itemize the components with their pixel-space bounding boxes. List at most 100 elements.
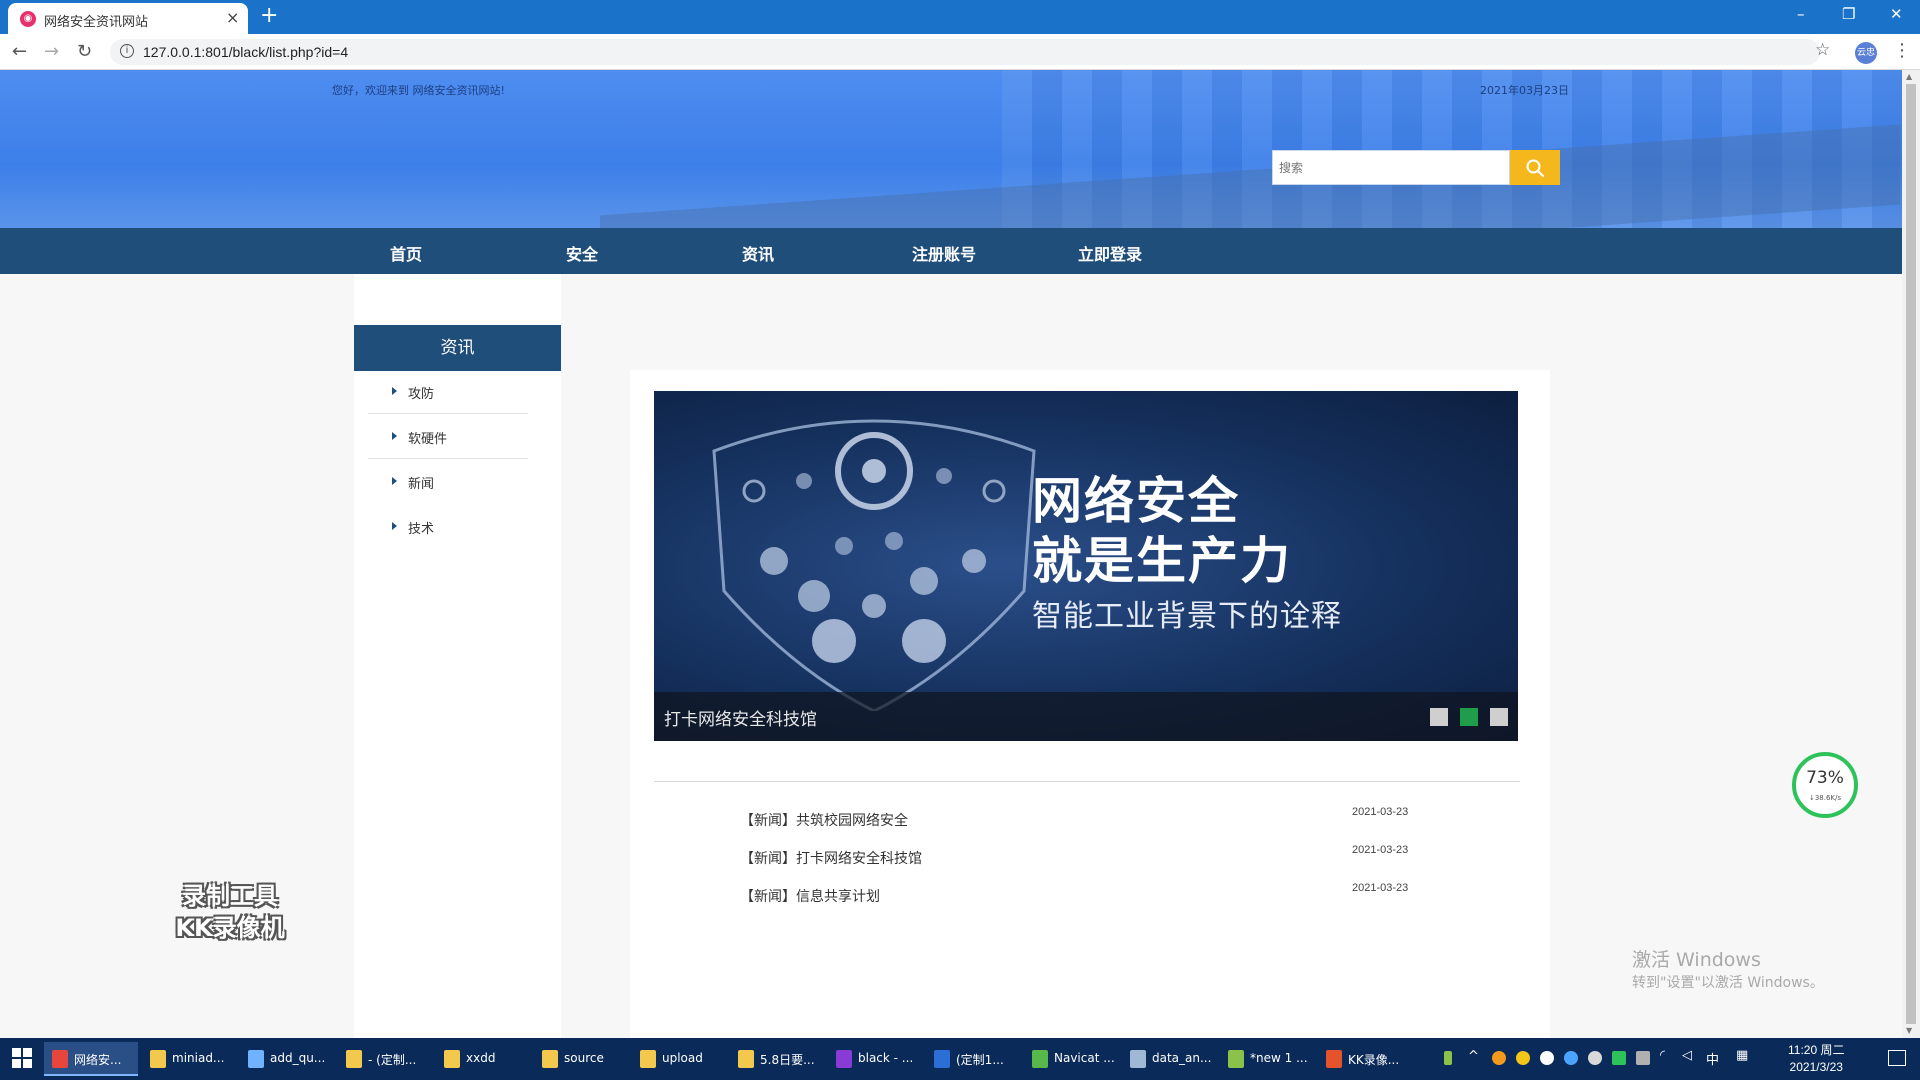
- divider: [368, 458, 528, 459]
- taskbar-app-item[interactable]: data_an...: [1122, 1042, 1216, 1076]
- sidebar-item-tech[interactable]: 技术: [368, 509, 528, 549]
- slider-dot-3[interactable]: [1490, 708, 1508, 726]
- taskbar-app-label: xxdd: [466, 1051, 496, 1065]
- banner-slider[interactable]: 网络安全 就是生产力 智能工业背景下的诠释 打卡网络安全科技馆: [654, 391, 1518, 741]
- tray-app-icon[interactable]: [1492, 1051, 1506, 1065]
- watermark-line1: 录制工具: [182, 882, 278, 910]
- action-center-icon[interactable]: [1888, 1050, 1906, 1066]
- nav-login[interactable]: 立即登录: [1078, 241, 1142, 265]
- search-icon: [1526, 159, 1545, 177]
- taskbar-app-item[interactable]: xxdd: [436, 1042, 530, 1076]
- taskbar-app-item[interactable]: 网络安...: [44, 1042, 138, 1076]
- taskbar-app-item[interactable]: upload: [632, 1042, 726, 1076]
- sidebar-item-hardware-software[interactable]: 软硬件: [368, 419, 528, 459]
- system-clock[interactable]: 11:20 周二 2021/3/23: [1788, 1042, 1844, 1076]
- browser-tab[interactable]: ◉ 网络安全资讯网站 ×: [8, 3, 248, 34]
- news-list-item-1[interactable]: 【新闻】共筑校园网络安全: [740, 810, 908, 830]
- speed-rate: ↓38.6K/s: [1808, 794, 1842, 802]
- tray-app-icon[interactable]: [1516, 1051, 1530, 1065]
- clock-date: 2021/3/23: [1789, 1060, 1843, 1074]
- close-window-button[interactable]: ✕: [1890, 5, 1903, 23]
- profile-avatar[interactable]: 云忠: [1855, 42, 1877, 64]
- taskbar-app-icon: [1326, 1050, 1342, 1068]
- network-speed-widget[interactable]: 73% ↓38.6K/s: [1792, 752, 1858, 818]
- nav-security[interactable]: 安全: [566, 241, 598, 265]
- taskbar-app-label: Navicat ...: [1054, 1051, 1115, 1065]
- reload-icon[interactable]: ↻: [77, 41, 92, 62]
- sidebar-item-label: 新闻: [408, 477, 435, 492]
- slider-dot-1[interactable]: [1430, 708, 1448, 726]
- list-divider: [654, 781, 1520, 782]
- page-scrollbar[interactable]: ▲ ▼: [1902, 70, 1920, 1038]
- taskbar-app-icon: [1228, 1050, 1244, 1068]
- scroll-down-icon[interactable]: ▼: [1906, 1026, 1912, 1035]
- address-toolbar: ← → ↻ i 127.0.0.1:801/black/list.php?id=…: [0, 34, 1920, 70]
- battery-tray-icon[interactable]: [1444, 1051, 1452, 1065]
- taskbar-app-item[interactable]: Navicat ...: [1024, 1042, 1118, 1076]
- taskbar-app-item[interactable]: black - ...: [828, 1042, 922, 1076]
- taskbar-app-item[interactable]: miniad...: [142, 1042, 236, 1076]
- url-bar[interactable]: i 127.0.0.1:801/black/list.php?id=4: [110, 39, 1820, 65]
- taskbar-app-icon: [150, 1050, 166, 1068]
- taskbar-app-icon: [640, 1050, 656, 1068]
- banner-caption-bar: 打卡网络安全科技馆: [654, 692, 1518, 741]
- news-list-item-2[interactable]: 【新闻】打卡网络安全科技馆: [740, 848, 922, 868]
- nav-home[interactable]: 首页: [390, 241, 422, 265]
- bookmark-star-icon[interactable]: ☆: [1815, 40, 1830, 60]
- welcome-text: 您好，欢迎来到 网络安全资讯网站!: [332, 84, 505, 97]
- shield-tray-icon[interactable]: [1564, 1051, 1578, 1065]
- taskbar-app-item[interactable]: (定制1...: [926, 1042, 1020, 1076]
- tray-expand-icon[interactable]: ^: [1468, 1049, 1479, 1064]
- sidebar-item-news[interactable]: 新闻: [368, 464, 528, 504]
- keyboard-icon[interactable]: ▦: [1736, 1048, 1748, 1063]
- taskbar-app-label: - (定制...: [368, 1053, 417, 1067]
- slider-dot-2[interactable]: [1460, 708, 1478, 726]
- new-tab-icon[interactable]: +: [260, 3, 278, 28]
- news-date-1: 2021-03-23: [1352, 806, 1409, 818]
- taskbar-app-item[interactable]: 5.8日要...: [730, 1042, 824, 1076]
- sidebar-item-label: 软硬件: [408, 432, 448, 447]
- taskbar-app-item[interactable]: - (定制...: [338, 1042, 432, 1076]
- taskbar-app-item[interactable]: add_qu...: [240, 1042, 334, 1076]
- restore-button[interactable]: ❐: [1842, 5, 1855, 23]
- minimize-button[interactable]: –: [1797, 5, 1805, 23]
- nav-register[interactable]: 注册账号: [912, 241, 976, 265]
- search-input[interactable]: [1273, 151, 1509, 184]
- url-text[interactable]: 127.0.0.1:801/black/list.php?id=4: [143, 44, 348, 60]
- windows-start-icon[interactable]: [12, 1048, 32, 1068]
- back-arrow-icon[interactable]: ←: [12, 41, 27, 62]
- taskbar-app-label: black - ...: [858, 1051, 914, 1065]
- banner-subtitle: 智能工业背景下的诠释: [1032, 599, 1342, 634]
- search-box: [1272, 150, 1510, 185]
- tray-app-icon[interactable]: [1588, 1051, 1602, 1065]
- header-date: 2021年03月23日: [1480, 84, 1569, 97]
- taskbar-app-icon: [1130, 1050, 1146, 1068]
- browser-tab-strip: ◉ 网络安全资讯网站 × + – ❐ ✕: [0, 0, 1920, 34]
- ime-indicator[interactable]: 中: [1706, 1049, 1719, 1068]
- browser-menu-icon[interactable]: ⋮: [1893, 40, 1911, 61]
- taskbar-app-label: (定制1...: [956, 1053, 1004, 1067]
- wifi-icon[interactable]: ◜: [1660, 1048, 1665, 1063]
- site-header: 您好，欢迎来到 网络安全资讯网站! 2021年03月23日: [0, 70, 1902, 228]
- tray-app-icon[interactable]: [1636, 1051, 1650, 1065]
- volume-icon[interactable]: ◁: [1682, 1048, 1692, 1063]
- search-button[interactable]: [1510, 150, 1560, 185]
- forward-arrow-icon[interactable]: →: [44, 41, 59, 62]
- sidebar-item-offense-defense[interactable]: 攻防: [368, 374, 528, 414]
- tab-close-icon[interactable]: ×: [226, 8, 239, 27]
- watermark-line2: KK录像机: [175, 914, 285, 942]
- main-nav: 首页 安全 资讯 注册账号 立即登录: [0, 228, 1902, 274]
- tray-app-icon[interactable]: [1612, 1051, 1626, 1065]
- scroll-up-icon[interactable]: ▲: [1906, 72, 1912, 81]
- news-list-item-3[interactable]: 【新闻】信息共享计划: [740, 886, 880, 906]
- taskbar-app-icon: [836, 1050, 852, 1068]
- taskbar-app-item[interactable]: KK录像...: [1318, 1042, 1412, 1076]
- site-info-icon[interactable]: i: [120, 44, 134, 58]
- scroll-thumb[interactable]: [1906, 84, 1916, 1024]
- taskbar-app-item[interactable]: source: [534, 1042, 628, 1076]
- taskbar-app-icon: [248, 1050, 264, 1068]
- taskbar-app-item[interactable]: *new 1 ...: [1220, 1042, 1314, 1076]
- banner-caption[interactable]: 打卡网络安全科技馆: [664, 705, 817, 730]
- notification-bell-icon[interactable]: [1540, 1051, 1554, 1065]
- nav-news-info[interactable]: 资讯: [742, 241, 774, 265]
